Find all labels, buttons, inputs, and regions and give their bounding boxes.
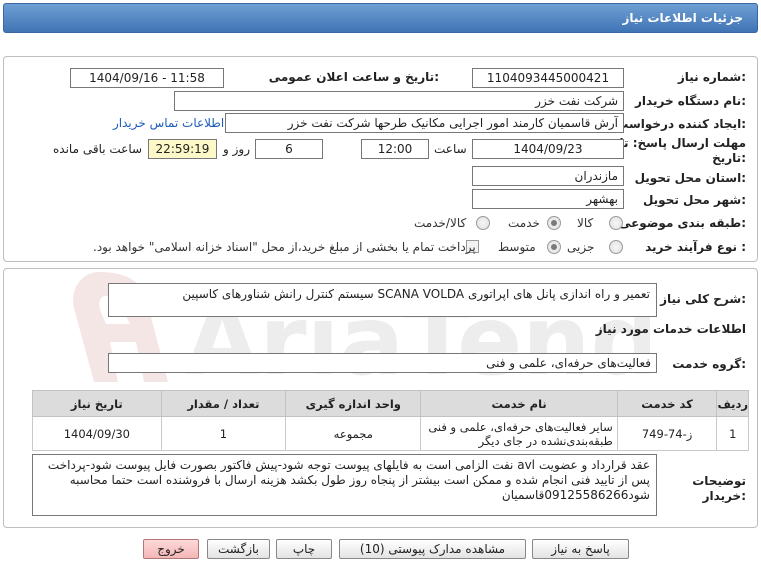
print-button[interactable]: چاپ <box>276 539 332 559</box>
col-date-header: تاریخ نیاز <box>32 390 162 417</box>
col-unit-header: واحد اندازه گیری <box>285 390 422 417</box>
need-number-field: 1104093445000421 <box>472 68 624 88</box>
category-label: طبقه بندی موضوعی: <box>618 216 746 230</box>
province-label: استان محل تحویل: <box>634 171 746 185</box>
category-goods-radio[interactable] <box>609 216 623 230</box>
city-label: شهر محل تحویل: <box>642 193 746 207</box>
respond-button[interactable]: پاسخ به نیاز <box>532 539 629 559</box>
quantity: 1 <box>160 416 287 451</box>
table-row: 1 ز-74-749 سایر فعالیت‌های حرفه‌ای، علمی… <box>32 416 749 451</box>
category-service-label: خدمت <box>508 216 540 230</box>
remaining-time-label: ساعت باقی مانده <box>53 142 143 156</box>
exit-button[interactable]: خروج <box>143 539 199 559</box>
process-minor-radio[interactable] <box>609 240 623 254</box>
service-group-label: گروه خدمت: <box>672 357 746 371</box>
services-section-title: اطلاعات خدمات مورد نیاز <box>595 322 746 336</box>
back-button[interactable]: بازگشت <box>207 539 270 559</box>
page-header: جزئیات اطلاعات نیاز <box>3 3 758 33</box>
buyer-label: نام دستگاه خریدار: <box>635 94 746 108</box>
page-title: جزئیات اطلاعات نیاز <box>622 11 743 25</box>
buyer-notes-label: توضیحات <box>692 474 746 488</box>
announce-date-label: تاریخ و ساعت اعلان عمومی: <box>268 70 439 84</box>
deadline-time-field: 12:00 <box>361 139 429 159</box>
buyer-notes-field: عقد قرارداد و عضویت avl نفت الزامی است ب… <box>32 454 657 516</box>
category-service-radio[interactable] <box>547 216 561 230</box>
process-medium-label: متوسط <box>498 240 536 254</box>
buyer-contact-link[interactable]: اطلاعات تماس خریدار <box>113 116 224 130</box>
creator-field: آرش قاسمیان کارمند امور اجرایی مکانیک طر… <box>225 113 624 133</box>
category-goods-service-label: کالا/خدمت <box>414 216 467 230</box>
province-field: مازندران <box>472 166 624 186</box>
col-qty-header: تعداد / مقدار <box>160 390 287 417</box>
category-goods-service-radio[interactable] <box>476 216 490 230</box>
buyer-notes-label-2: خریدار: <box>702 489 746 503</box>
buyer-field: شرکت نفت خزر <box>174 91 624 111</box>
service-group-field: فعالیت‌های حرفه‌ای، علمی و فنی <box>108 353 657 373</box>
summary-label: شرح کلی نیاز: <box>660 292 746 306</box>
process-minor-label: جزیی <box>567 240 595 254</box>
service-name: سایر فعالیت‌های حرفه‌ای، علمی و فنی طبقه… <box>420 416 618 451</box>
remaining-days-field: 6 <box>255 139 323 159</box>
need-date: 1404/09/30 <box>32 416 162 451</box>
process-medium-radio[interactable] <box>547 240 561 254</box>
treasury-checkbox-label: پرداخت تمام یا بخشی از مبلغ خرید،از محل … <box>93 240 476 254</box>
city-field: بهشهر <box>472 189 624 209</box>
service-code: ز-74-749 <box>616 416 718 451</box>
deadline-time-label: ساعت <box>434 142 467 156</box>
deadline-date-field: 1404/09/23 <box>472 139 624 159</box>
announce-date-field: 1404/09/16 - 11:58 <box>70 68 224 88</box>
remaining-time-field: 22:59:19 <box>148 139 217 159</box>
category-goods-label: کالا <box>577 216 594 230</box>
deadline-label: مهلت ارسال پاسخ: تا <box>619 136 747 150</box>
view-documents-button[interactable]: مشاهده مدارک پیوستی (10) <box>339 539 526 559</box>
col-row-header: ردیف <box>716 390 749 417</box>
measure-unit: مجموعه <box>285 416 422 451</box>
days-label: روز و <box>223 142 250 156</box>
col-code-header: کد خدمت <box>616 390 718 417</box>
col-name-header: نام خدمت <box>420 390 618 417</box>
table-header-row: ردیف کد خدمت نام خدمت واحد اندازه گیری ت… <box>32 390 749 417</box>
summary-field: تعمیر و راه اندازی پانل های اپراتوری SCA… <box>108 283 657 317</box>
creator-label: ایجاد کننده درخواست: <box>616 117 746 131</box>
services-table: ردیف کد خدمت نام خدمت واحد اندازه گیری ت… <box>32 390 749 451</box>
need-number-label: شماره نیاز: <box>677 70 746 84</box>
process-label: نوع فرآیند خرید : <box>645 240 746 254</box>
deadline-label-date: تاریخ: <box>712 151 746 165</box>
row-number: 1 <box>716 416 749 451</box>
